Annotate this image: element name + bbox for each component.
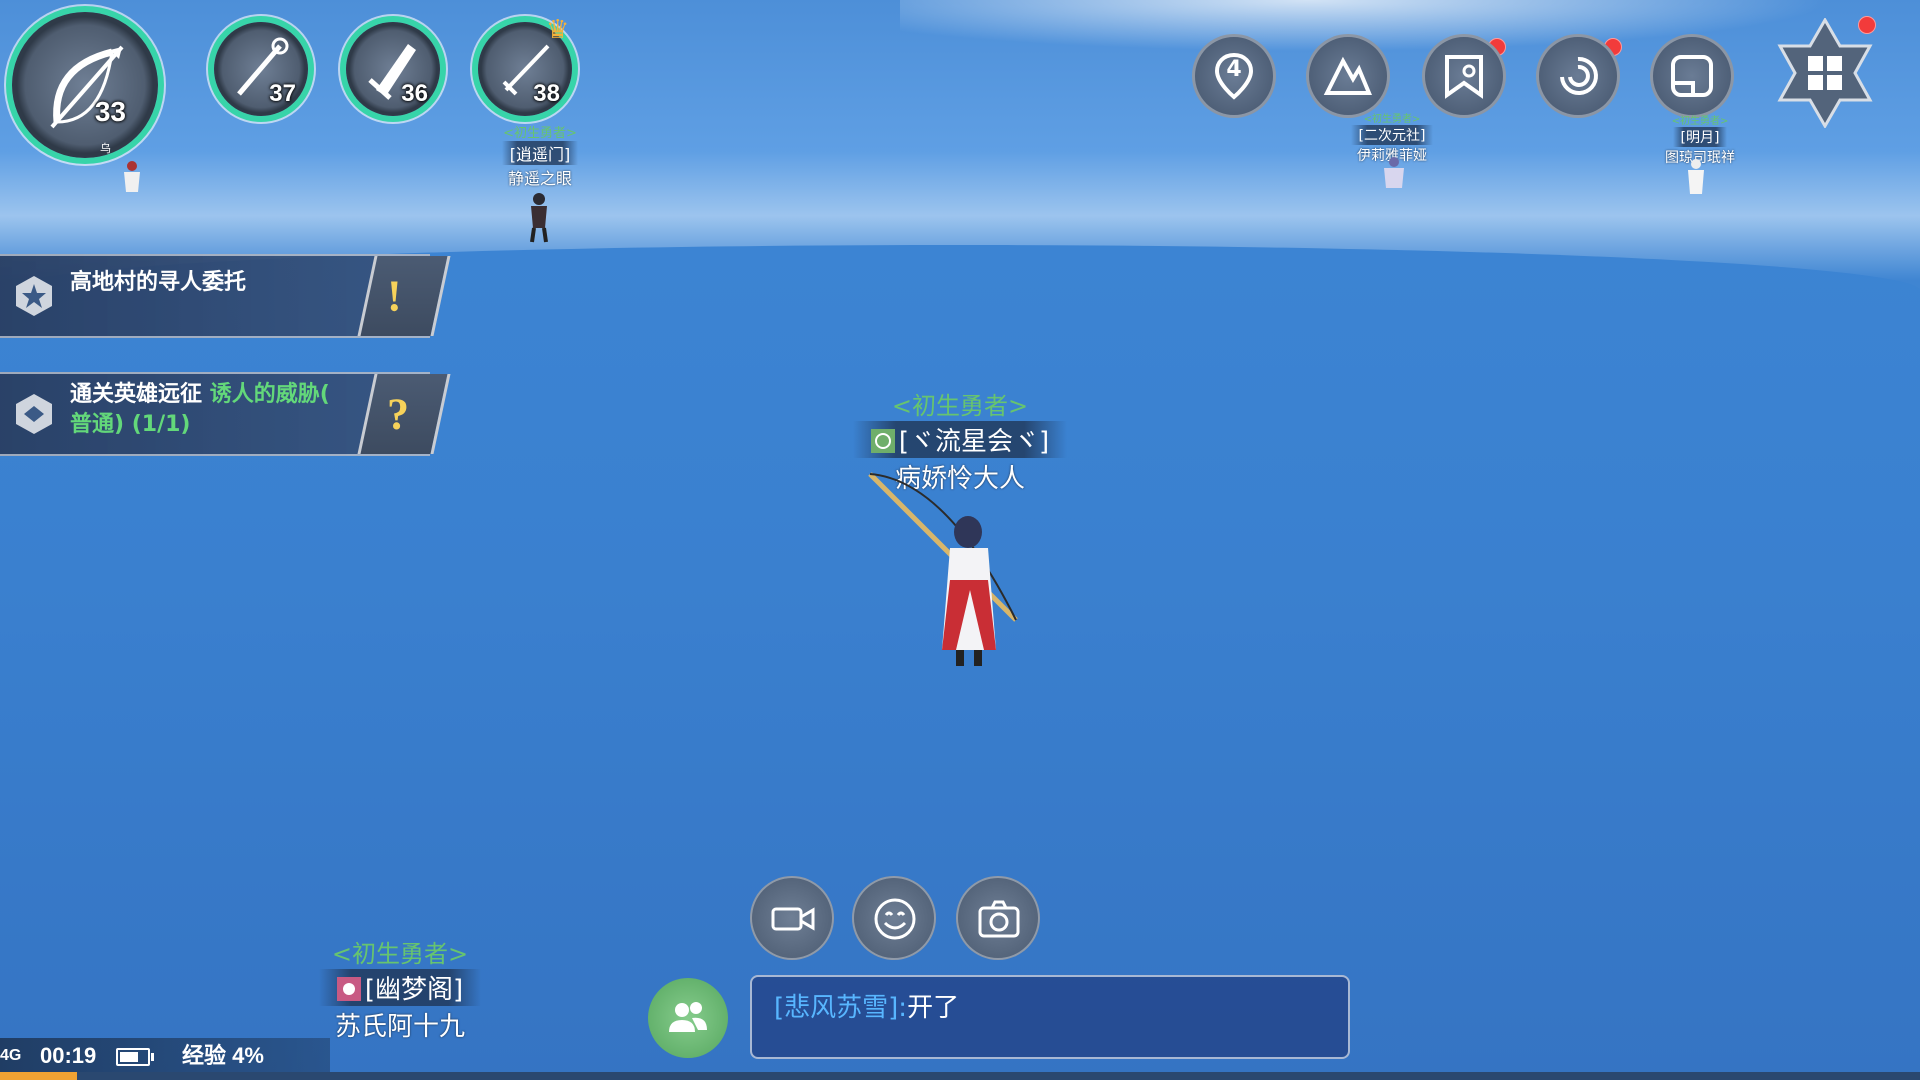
quest-target: 诱人的威胁(: [209, 382, 330, 407]
player-guild: [二次元社]: [1350, 125, 1434, 145]
player-rank: <初生勇者>: [1363, 114, 1421, 125]
player-character[interactable]: [1380, 156, 1408, 196]
sky-clouds: [900, 0, 1920, 60]
class-ring-greatsword[interactable]: 36: [346, 22, 440, 116]
player-character[interactable]: [120, 160, 144, 200]
quest-progress: 普通) (1/1): [70, 412, 191, 437]
record-video-button[interactable]: [750, 876, 834, 960]
hexagram-menu-icon: [1777, 16, 1873, 130]
star-badge-icon: [16, 276, 52, 316]
guild-emblem-icon: [870, 429, 895, 453]
swirl-icon: [1560, 56, 1598, 95]
player-name: 乌: [100, 142, 111, 155]
expedition-button[interactable]: [1306, 34, 1390, 118]
player-rank: <初生勇者>: [503, 126, 577, 141]
adventure-button[interactable]: [1422, 34, 1506, 118]
chat-sender[interactable]: [悲风苏雪]:: [774, 993, 907, 1023]
chat-box[interactable]: [悲风苏雪]:开了: [750, 975, 1350, 1059]
player-guild: [ヾ流星会ヾ]: [852, 421, 1068, 458]
smiley-icon: [874, 898, 916, 940]
player-rank: <初生勇者>: [1671, 116, 1729, 127]
quest-title: 高地村的寻人委托: [70, 270, 247, 295]
screenshot-button[interactable]: [956, 876, 1040, 960]
experience-bar: [0, 1072, 1920, 1080]
player-rank: <初生勇者>: [891, 392, 1029, 420]
player-guild: [幽梦阁]: [318, 969, 482, 1006]
window-switch-icon: [1671, 55, 1713, 97]
quest-title: 通关英雄远征: [70, 382, 203, 407]
network-indicator: 4G: [0, 1047, 22, 1064]
friends-icon: [669, 1002, 707, 1032]
friends-button[interactable]: [648, 978, 728, 1058]
clock: 00:19: [40, 1043, 97, 1068]
class-level: 37: [269, 80, 296, 107]
crown-icon: ♛: [546, 15, 570, 45]
class-level: 38: [533, 80, 560, 107]
player-character[interactable]: [524, 192, 554, 244]
main-player-character[interactable]: [866, 470, 1026, 670]
skills-button[interactable]: [1536, 34, 1620, 118]
battery-icon: [116, 1048, 154, 1066]
player-guild: [明月]: [1672, 127, 1728, 147]
guild-emblem-icon: [336, 977, 361, 1001]
experience-fill: [0, 1072, 77, 1080]
class-level: 33: [94, 96, 126, 127]
camera-icon: [978, 900, 1020, 938]
player-rank: <初生勇者>: [331, 940, 469, 968]
map-count: 4: [1226, 57, 1242, 82]
mountain-icon: [1323, 56, 1372, 95]
quest-description: 通关英雄远征 诱人的威胁( 普通) (1/1): [70, 380, 330, 440]
class-ring-staff[interactable]: 37: [214, 22, 308, 116]
quest-entry[interactable]: 通关英雄远征 诱人的威胁( 普通) (1/1) ?: [0, 372, 451, 456]
class-level: 36: [401, 80, 428, 107]
flag-icon: [1445, 55, 1483, 99]
player-name: 静遥之眼: [507, 169, 572, 188]
emote-button[interactable]: [852, 876, 936, 960]
notification-badge: [1858, 16, 1876, 34]
switch-button[interactable]: [1650, 34, 1734, 118]
main-menu-button[interactable]: [1770, 16, 1880, 130]
player-guild: [逍遥门]: [501, 141, 579, 165]
bow-icon: [50, 45, 124, 129]
experience-label: 经验 4%: [182, 1043, 264, 1068]
player-nameplate: <初生勇者> [幽梦阁] 苏氏阿十九: [270, 934, 530, 1043]
player-character[interactable]: [1684, 158, 1708, 204]
video-camera-icon: [771, 907, 815, 931]
class-ring-bow[interactable]: 33: [12, 12, 158, 158]
chat-message: 开了: [907, 993, 960, 1023]
map-button[interactable]: 4: [1192, 34, 1276, 118]
device-status-bar: 4G 00:19 经验 4%: [0, 1038, 330, 1074]
quest-entry[interactable]: 高地村的寻人委托 !: [0, 254, 451, 338]
hero-expedition-icon: [16, 394, 52, 434]
player-nameplate: <初生勇者> [逍遥门] 静遥之眼: [470, 122, 610, 189]
